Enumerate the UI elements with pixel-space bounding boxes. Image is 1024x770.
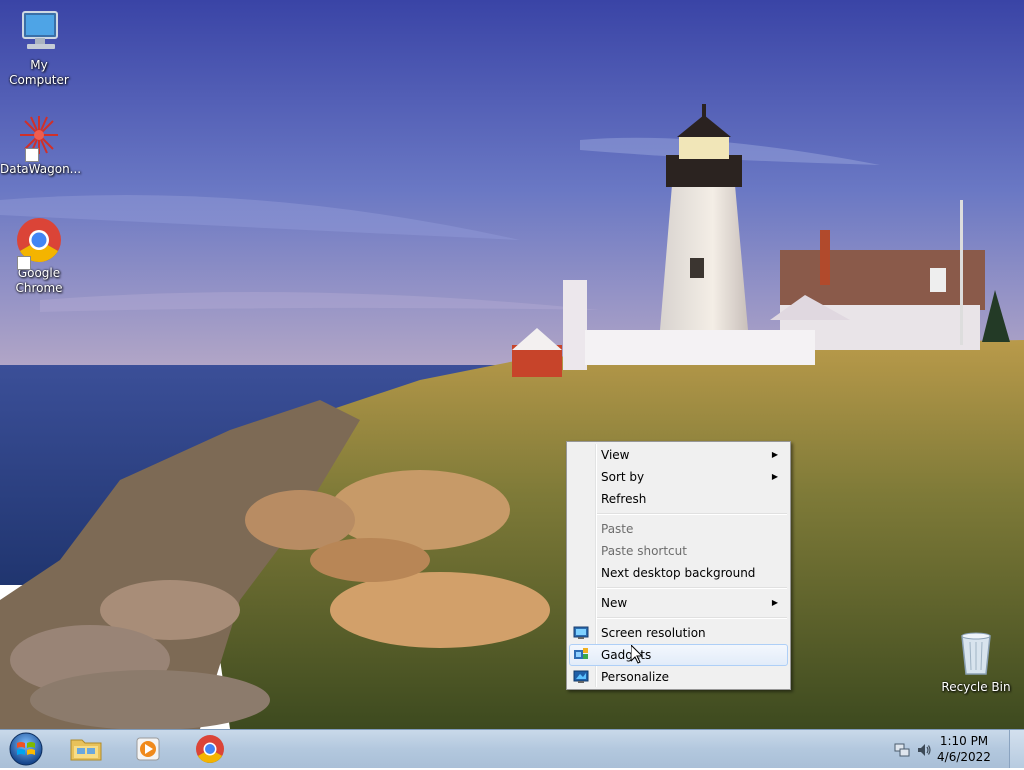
network-icon[interactable]: [894, 742, 910, 758]
menu-item-paste[interactable]: Paste: [569, 518, 788, 540]
recycle-bin-desktop-icon[interactable]: Recycle Bin: [936, 630, 1016, 695]
menu-item-screen-resolution[interactable]: Screen resolution: [569, 622, 788, 644]
taskbar-windows-explorer[interactable]: [60, 732, 112, 766]
screen-resolution-icon: [573, 625, 589, 641]
system-tray: 1:10 PM 4/6/2022: [884, 730, 1024, 768]
windows-explorer-icon: [70, 739, 102, 761]
google-chrome-desktop-icon[interactable]: Google Chrome: [0, 216, 78, 296]
clock-date: 4/6/2022: [937, 750, 991, 764]
gadgets-icon: [573, 647, 589, 663]
taskbar-clock[interactable]: 1:10 PM 4/6/2022: [934, 733, 994, 765]
menu-item-new[interactable]: New ▶: [569, 592, 788, 614]
menu-item-label: View: [601, 448, 630, 462]
menu-item-label: Gadgets: [601, 648, 652, 662]
menu-item-gadgets[interactable]: Gadgets: [569, 644, 788, 666]
submenu-arrow-icon: ▶: [771, 450, 778, 459]
shortcut-arrow-icon: [25, 148, 39, 162]
desktop-context-menu: View ▶ Sort by ▶ Refresh Paste Paste sho…: [566, 441, 791, 690]
datawagon-desktop-icon[interactable]: DataWagon...: [0, 112, 82, 177]
menu-item-label: Paste shortcut: [601, 544, 687, 558]
menu-separator: [597, 617, 787, 619]
submenu-arrow-icon: ▶: [771, 472, 778, 481]
shortcut-arrow-icon: [17, 256, 31, 270]
desktop-icon-label: My Computer: [9, 58, 69, 87]
desktop-wallpaper: [0, 0, 1024, 729]
personalize-icon: [573, 669, 589, 685]
menu-item-label: Sort by: [601, 470, 645, 484]
desktop-icon-label: DataWagon...: [0, 162, 82, 176]
mouse-cursor-icon: [631, 645, 643, 664]
menu-item-paste-shortcut[interactable]: Paste shortcut: [569, 540, 788, 562]
taskbar-google-chrome[interactable]: [184, 732, 236, 766]
start-button[interactable]: [6, 731, 46, 767]
datawagon-icon: [15, 112, 63, 162]
menu-item-view[interactable]: View ▶: [569, 444, 788, 466]
menu-item-label: Personalize: [601, 670, 670, 684]
windows-start-icon: [9, 732, 43, 766]
menu-item-personalize[interactable]: Personalize: [569, 666, 788, 688]
menu-item-label: Screen resolution: [601, 626, 706, 640]
show-desktop-button[interactable]: [1009, 730, 1024, 768]
menu-item-label: New: [601, 596, 628, 610]
menu-separator: [597, 513, 787, 515]
volume-icon[interactable]: [916, 742, 932, 758]
menu-item-next-desktop-background[interactable]: Next desktop background: [569, 562, 788, 584]
media-player-icon: [136, 737, 160, 761]
menu-item-label: Next desktop background: [601, 566, 756, 580]
desktop[interactable]: My Computer DataWagon... Google Chrome R…: [0, 0, 1024, 729]
desktop-icon-label: Google Chrome: [15, 266, 63, 295]
chrome-icon: [196, 735, 224, 763]
menu-item-label: Paste: [601, 522, 634, 536]
menu-separator: [597, 587, 787, 589]
menu-item-label: Refresh: [601, 492, 647, 506]
menu-item-sort-by[interactable]: Sort by ▶: [569, 466, 788, 488]
taskbar: 1:10 PM 4/6/2022: [0, 729, 1024, 768]
my-computer-desktop-icon[interactable]: My Computer: [0, 8, 78, 88]
clock-time: 1:10 PM: [939, 734, 989, 748]
computer-icon: [15, 8, 63, 56]
desktop-icon-label: Recycle Bin: [941, 680, 1011, 694]
chrome-icon: [15, 216, 63, 270]
menu-item-refresh[interactable]: Refresh: [569, 488, 788, 510]
recycle-bin-icon: [952, 630, 1000, 678]
taskbar-media-player[interactable]: [122, 732, 174, 766]
submenu-arrow-icon: ▶: [771, 598, 778, 607]
